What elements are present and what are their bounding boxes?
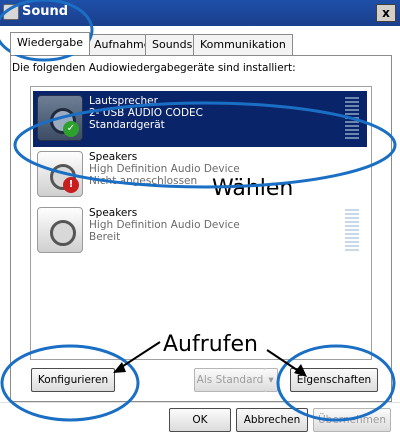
speaker-icon xyxy=(3,4,19,20)
check-icon: ✓ xyxy=(63,121,79,137)
device-status: Standardgerät xyxy=(89,119,165,131)
apply-button[interactable]: Übernehmen xyxy=(313,408,391,432)
configure-button[interactable]: Konfigurieren xyxy=(31,368,115,392)
device-name: Speakers xyxy=(89,151,138,163)
device-status: Bereit xyxy=(89,231,121,243)
level-meter xyxy=(345,209,359,253)
device-item-lautsprecher[interactable]: ✓ Lautsprecher 2- USB AUDIO CODEC Standa… xyxy=(33,91,367,147)
device-detail: 2- USB AUDIO CODEC xyxy=(89,107,203,119)
set-default-button[interactable]: Als Standard xyxy=(194,368,266,392)
tab-kommunikation[interactable]: Kommunikation xyxy=(193,34,293,55)
title-bar: Sound x xyxy=(0,0,400,26)
close-button[interactable]: x xyxy=(376,4,396,22)
panel-intro-text: Die folgenden Audiowiedergabegeräte sind… xyxy=(12,62,296,74)
ok-button[interactable]: OK xyxy=(169,408,231,432)
level-meter xyxy=(345,97,359,141)
speaker-icon xyxy=(37,207,83,253)
device-detail: High Definition Audio Device xyxy=(89,163,240,175)
device-list: ✓ Lautsprecher 2- USB AUDIO CODEC Standa… xyxy=(30,86,372,360)
tab-sounds[interactable]: Sounds xyxy=(145,34,200,55)
device-text: Speakers High Definition Audio Device Be… xyxy=(89,207,240,243)
device-name: Lautsprecher xyxy=(89,95,158,107)
device-item-speakers-hd-1[interactable]: ! Speakers High Definition Audio Device … xyxy=(33,147,367,203)
device-text: Lautsprecher 2- USB AUDIO CODEC Standard… xyxy=(89,95,203,131)
cancel-button[interactable]: Abbrechen xyxy=(236,408,308,432)
warning-icon: ! xyxy=(63,177,79,193)
annotation-choose: Wählen xyxy=(212,176,294,201)
chevron-down-icon[interactable]: ▾ xyxy=(265,368,278,392)
divider xyxy=(0,402,400,403)
device-name: Speakers xyxy=(89,207,138,219)
device-item-speakers-hd-2[interactable]: Speakers High Definition Audio Device Be… xyxy=(33,203,367,259)
properties-button[interactable]: Eigenschaften xyxy=(290,368,378,392)
tab-wiedergabe[interactable]: Wiedergabe xyxy=(10,32,91,55)
window-title: Sound xyxy=(22,4,69,19)
annotation-call-up: Aufrufen xyxy=(163,332,258,357)
device-detail: High Definition Audio Device xyxy=(89,219,240,231)
